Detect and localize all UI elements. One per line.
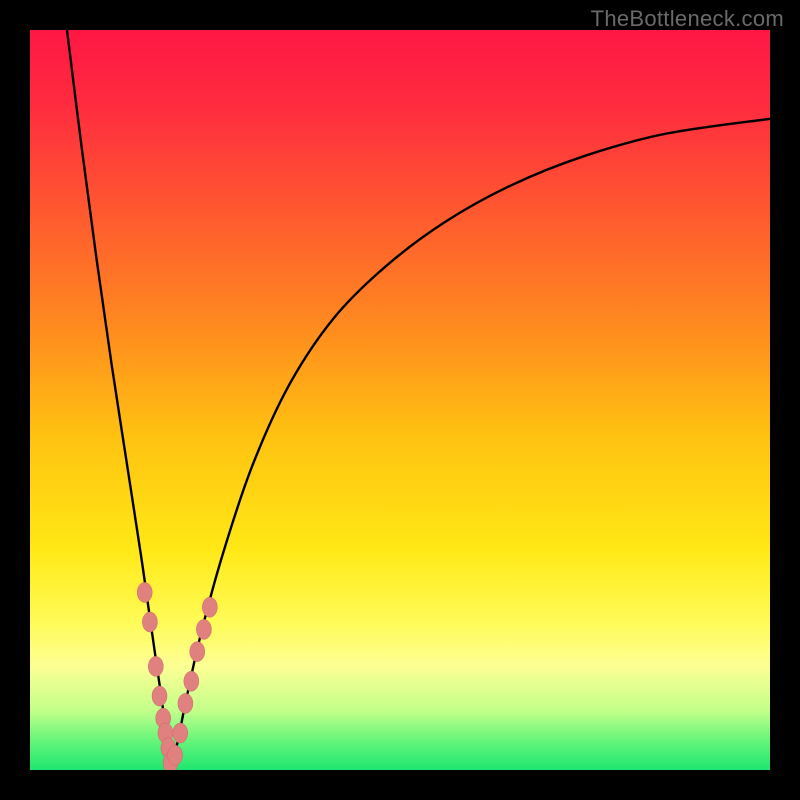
data-marker	[142, 612, 157, 632]
data-marker	[184, 671, 199, 691]
plot-area	[30, 30, 770, 770]
data-marker	[137, 582, 152, 602]
data-marker	[202, 597, 217, 617]
chart-canvas	[30, 30, 770, 770]
data-marker	[168, 745, 183, 765]
right-branch-curve	[171, 119, 770, 770]
data-marker	[190, 642, 205, 662]
data-marker	[178, 693, 193, 713]
data-marker	[148, 656, 163, 676]
data-marker	[196, 619, 211, 639]
data-marker	[152, 686, 167, 706]
watermark-text: TheBottleneck.com	[591, 6, 784, 32]
outer-frame: TheBottleneck.com	[0, 0, 800, 800]
data-marker	[173, 723, 188, 743]
